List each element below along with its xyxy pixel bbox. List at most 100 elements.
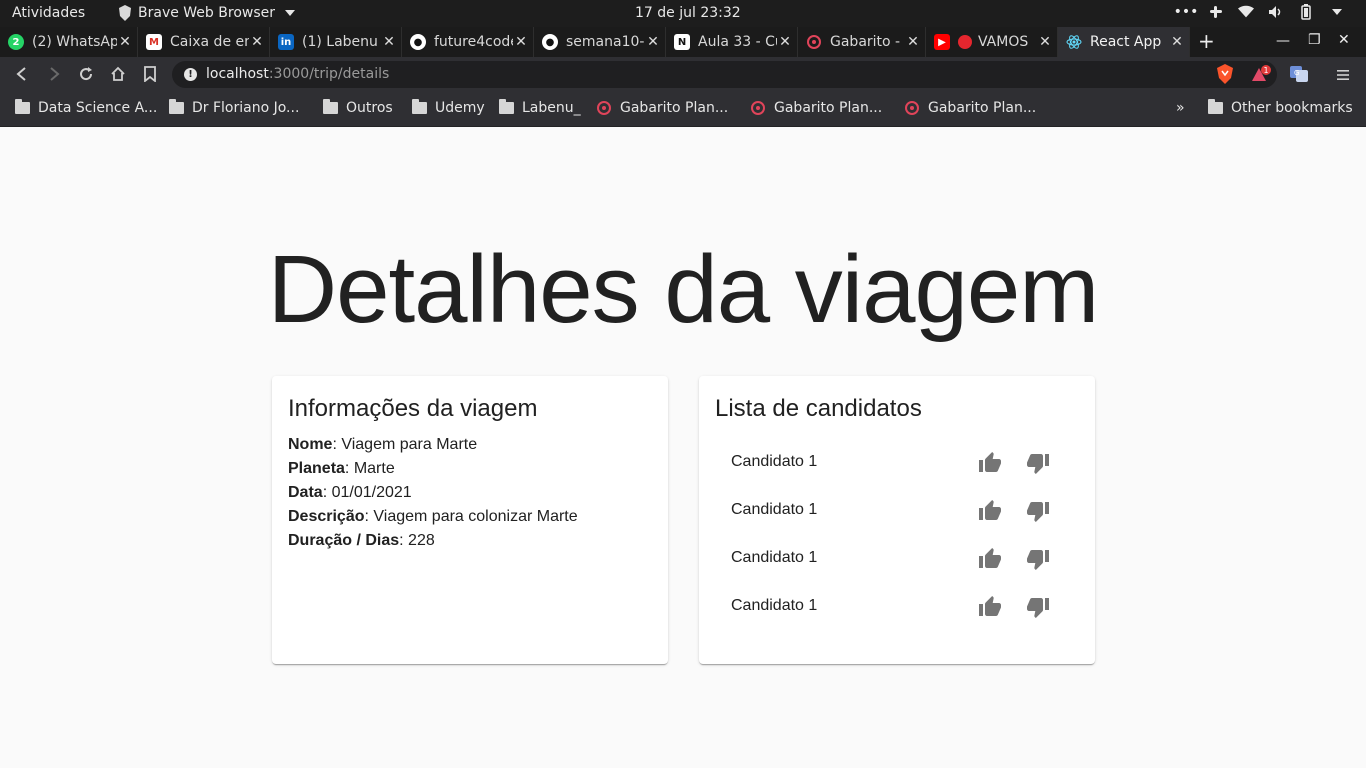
url-text[interactable]: localhost:3000/trip/details xyxy=(206,66,389,82)
close-icon[interactable]: ✕ xyxy=(381,34,397,50)
address-bar[interactable]: ! localhost:3000/trip/details xyxy=(172,61,1277,88)
tab-title: VAMOS xyxy=(978,34,1029,50)
field-label: Descrição xyxy=(288,508,365,525)
folder-icon xyxy=(412,99,427,114)
candidate-list-item: Candidato 1 xyxy=(715,487,1079,535)
thumb-up-icon[interactable] xyxy=(978,499,1002,523)
close-icon[interactable]: ✕ xyxy=(905,34,921,50)
close-icon[interactable]: ✕ xyxy=(117,34,133,50)
url-path: :3000/trip/details xyxy=(268,66,390,82)
bookmark-label: Gabarito Plan... xyxy=(774,100,883,116)
tab-gabarito[interactable]: Gabarito - L ✕ xyxy=(798,27,926,57)
thumb-up-icon[interactable] xyxy=(978,451,1002,475)
tab-title: Gabarito - L xyxy=(830,34,905,50)
trip-info-heading: Informações da viagem xyxy=(288,395,538,422)
bookmark-folder[interactable]: Dr Floriano Jo... xyxy=(169,99,299,116)
page-title: Detalhes da viagem xyxy=(267,236,1099,343)
bookmark-folder[interactable]: Udemy xyxy=(412,99,485,116)
brave-shields-icon[interactable] xyxy=(1216,64,1234,88)
forward-icon[interactable] xyxy=(45,65,63,83)
maximize-icon[interactable]: ❐ xyxy=(1308,32,1321,48)
labenu-icon xyxy=(751,101,765,115)
slack-icon[interactable] xyxy=(1208,4,1224,20)
labenu-icon xyxy=(597,101,611,115)
bookmark-label: Outros xyxy=(346,100,393,116)
close-window-icon[interactable]: ✕ xyxy=(1338,32,1350,48)
activities-button[interactable]: Atividades xyxy=(12,5,85,21)
bookmark-label: Other bookmarks xyxy=(1231,100,1353,116)
close-icon[interactable]: ✕ xyxy=(513,34,529,50)
candidate-list-item: Candidato 1 xyxy=(715,439,1079,487)
svg-text:G: G xyxy=(1294,69,1299,77)
close-icon[interactable]: ✕ xyxy=(249,34,265,50)
tab-title: future4code xyxy=(434,34,513,50)
bookmarks-overflow-button[interactable]: » xyxy=(1176,100,1185,116)
menu-icon[interactable] xyxy=(1336,67,1350,86)
folder-icon xyxy=(1208,99,1223,114)
trip-info-list: Nome: Viagem para Marte Planeta: Marte D… xyxy=(288,433,578,553)
trip-field-date: Data: 01/01/2021 xyxy=(288,481,578,505)
more-icon[interactable]: ••• xyxy=(1174,4,1199,20)
bookmark-label: Data Science A... xyxy=(38,100,158,116)
bookmark-link[interactable]: Gabarito Plan... xyxy=(904,100,1036,116)
labenu-icon xyxy=(905,101,919,115)
bookmark-folder[interactable]: Data Science A... xyxy=(15,99,158,116)
field-value: : Viagem para colonizar Marte xyxy=(364,508,578,525)
wifi-icon[interactable] xyxy=(1238,4,1254,20)
close-icon[interactable]: ✕ xyxy=(645,34,661,50)
field-label: Nome xyxy=(288,436,333,453)
thumb-up-icon[interactable] xyxy=(978,547,1002,571)
translate-icon[interactable]: G xyxy=(1290,66,1308,86)
bookmark-folder[interactable]: Outros xyxy=(323,99,393,116)
trip-field-planet: Planeta: Marte xyxy=(288,457,578,481)
brave-rewards-icon[interactable]: 1 xyxy=(1250,65,1272,87)
new-tab-icon[interactable]: + xyxy=(1198,31,1215,51)
home-icon[interactable] xyxy=(109,65,127,83)
tab-whatsapp[interactable]: 2 (2) WhatsApp ✕ xyxy=(0,27,138,57)
thumb-down-icon[interactable] xyxy=(1026,547,1050,571)
linkedin-icon: in xyxy=(278,34,294,50)
tab-react-app[interactable]: React App ✕ xyxy=(1058,27,1190,57)
tab-title: semana10-p xyxy=(566,34,645,50)
minimize-icon[interactable]: — xyxy=(1276,33,1290,49)
candidate-list-item: Candidato 1 xyxy=(715,583,1079,631)
brave-icon xyxy=(119,5,131,21)
bookmark-icon[interactable] xyxy=(141,65,159,83)
tab-github-semana10[interactable]: ● semana10-p ✕ xyxy=(534,27,666,57)
bookmark-label: Gabarito Plan... xyxy=(928,100,1037,116)
field-value: : 228 xyxy=(399,532,435,549)
close-icon[interactable]: ✕ xyxy=(1037,34,1053,50)
tab-gmail[interactable]: M Caixa de entrada ✕ xyxy=(138,27,270,57)
thumb-down-icon[interactable] xyxy=(1026,499,1050,523)
candidate-name: Candidato 1 xyxy=(731,453,818,470)
thumb-up-icon[interactable] xyxy=(978,595,1002,619)
volume-icon[interactable] xyxy=(1268,4,1284,20)
tab-youtube[interactable]: ▶ VAMOS ✕ xyxy=(926,27,1058,57)
battery-icon[interactable] xyxy=(1298,4,1314,20)
bookmark-link[interactable]: Gabarito Plan... xyxy=(750,100,882,116)
app-menu[interactable]: Brave Web Browser xyxy=(118,5,295,21)
tab-strip: 2 (2) WhatsApp ✕ M Caixa de entrada ✕ in… xyxy=(0,27,1366,57)
close-icon[interactable]: ✕ xyxy=(777,34,793,50)
thumb-down-icon[interactable] xyxy=(1026,451,1050,475)
clock[interactable]: 17 de jul 23:32 xyxy=(635,5,741,21)
back-icon[interactable] xyxy=(13,65,31,83)
tab-github-future4code[interactable]: ● future4code ✕ xyxy=(402,27,534,57)
other-bookmarks-folder[interactable]: Other bookmarks xyxy=(1208,99,1353,116)
tab-notion[interactable]: N Aula 33 - Cu ✕ xyxy=(666,27,798,57)
react-icon xyxy=(1066,34,1082,50)
tab-title: (1) Labenu xyxy=(302,34,378,50)
reload-icon[interactable] xyxy=(77,65,95,83)
field-label: Planeta xyxy=(288,460,345,477)
system-tray[interactable]: ••• xyxy=(1174,4,1342,20)
bookmark-link[interactable]: Gabarito Plan... xyxy=(596,100,728,116)
close-icon[interactable]: ✕ xyxy=(1169,34,1185,50)
bookmark-folder[interactable]: Labenu_ xyxy=(499,99,581,116)
site-info-icon[interactable]: ! xyxy=(184,68,197,81)
tab-linkedin[interactable]: in (1) Labenu ✕ xyxy=(270,27,402,57)
thumb-down-icon[interactable] xyxy=(1026,595,1050,619)
url-host: localhost xyxy=(206,66,269,82)
chevron-down-icon[interactable] xyxy=(1332,9,1342,15)
field-value: : Marte xyxy=(344,460,395,477)
field-label: Data xyxy=(288,484,323,501)
